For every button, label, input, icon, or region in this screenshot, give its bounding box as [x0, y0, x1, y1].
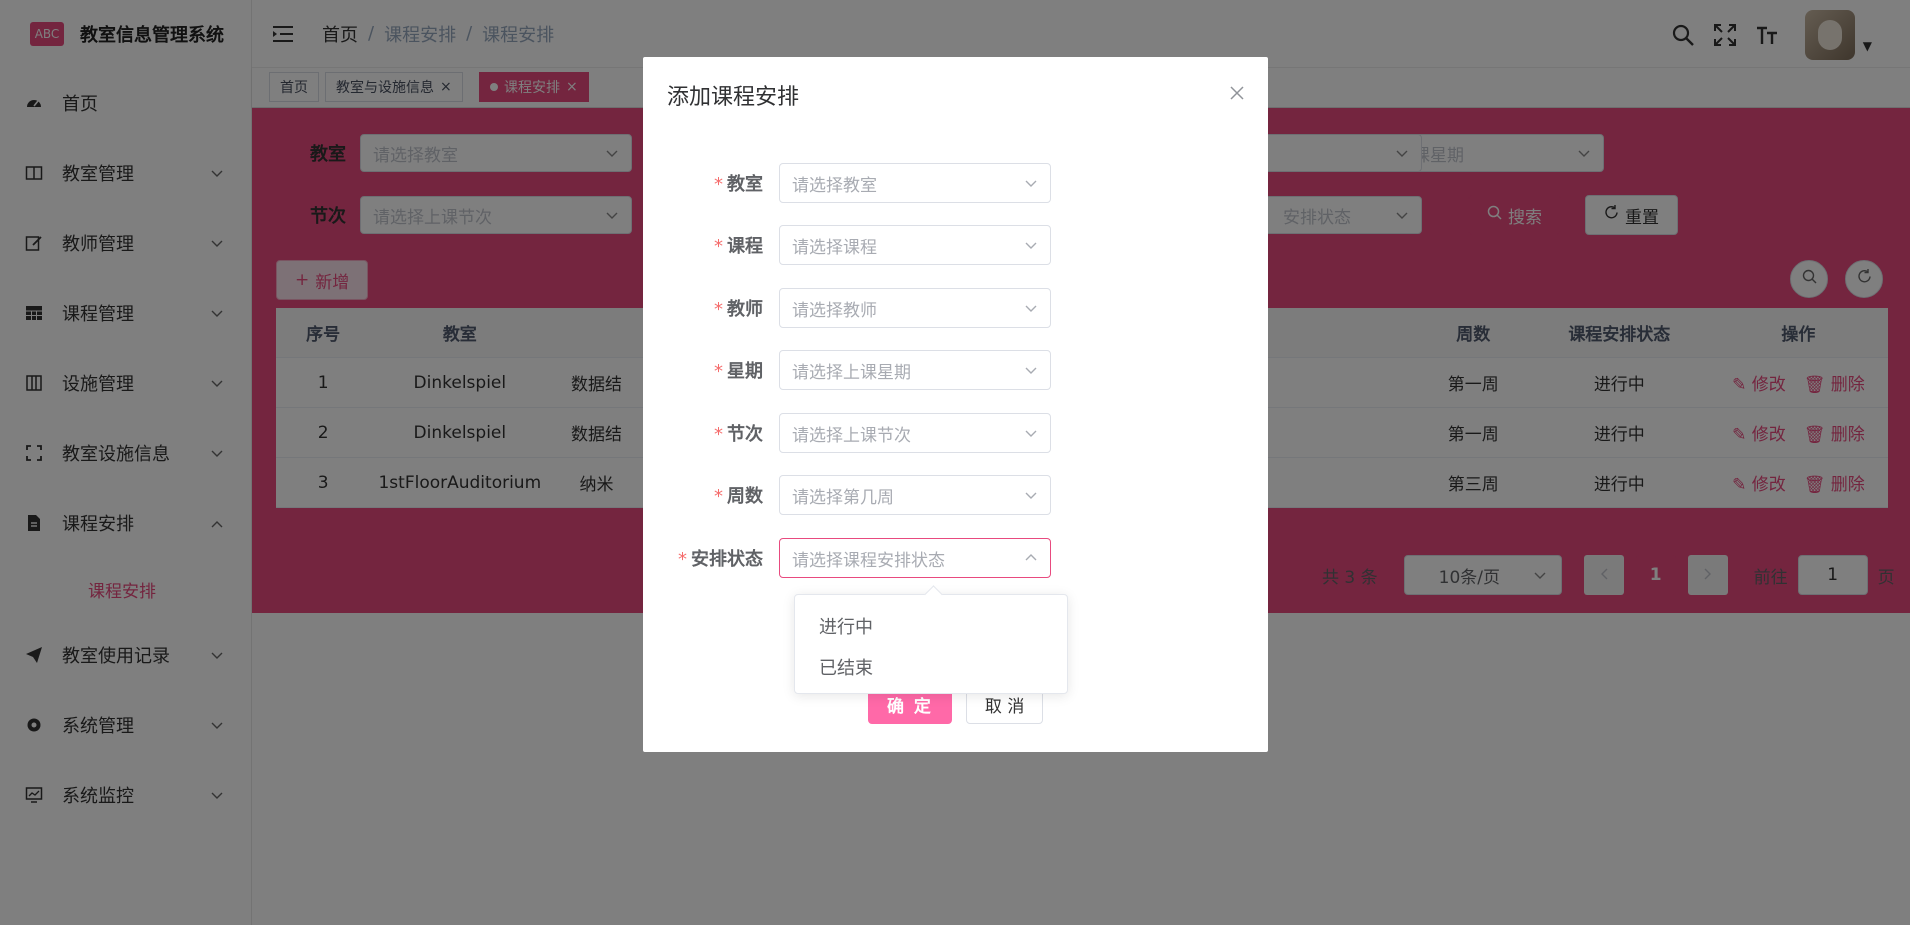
field-course: * 课程 请选择课程: [643, 225, 1051, 265]
field-label-text: 星期: [727, 361, 763, 382]
field-label: * 节次: [643, 420, 779, 446]
required-mark: *: [714, 236, 723, 257]
field-label-text: 教室: [727, 174, 763, 195]
chevron-down-icon: [1024, 237, 1038, 257]
chevron-up-icon: [1024, 550, 1038, 570]
dropdown-option-ongoing[interactable]: 进行中: [795, 605, 1067, 646]
field-label: * 星期: [643, 357, 779, 383]
field-label: * 安排状态: [643, 545, 779, 571]
required-mark: *: [714, 424, 723, 445]
dropdown-option-ended[interactable]: 已结束: [795, 646, 1067, 687]
field-label: * 课程: [643, 232, 779, 258]
field-label: * 周数: [643, 482, 779, 508]
field-label: * 教室: [643, 170, 779, 196]
dialog-title: 添加课程安排: [667, 85, 800, 110]
field-label-text: 安排状态: [691, 549, 763, 570]
select-placeholder: 请选择教室: [792, 175, 877, 196]
field-weekday: * 星期 请选择上课星期: [643, 350, 1051, 390]
chevron-down-icon: [1024, 175, 1038, 195]
status-select[interactable]: 请选择课程安排状态: [779, 538, 1051, 578]
field-label: * 教师: [643, 295, 779, 321]
field-label-text: 教师: [727, 299, 763, 320]
classroom-select[interactable]: 请选择教室: [779, 163, 1051, 203]
status-dropdown: 进行中 已结束: [794, 594, 1068, 694]
select-placeholder: 请选择第几周: [792, 487, 894, 508]
field-label-text: 周数: [727, 486, 763, 507]
required-mark: *: [714, 486, 723, 507]
teacher-select[interactable]: 请选择教师: [779, 288, 1051, 328]
weekday-select[interactable]: 请选择上课星期: [779, 350, 1051, 390]
select-placeholder: 请选择教师: [792, 300, 877, 321]
chevron-down-icon: [1024, 425, 1038, 445]
required-mark: *: [714, 299, 723, 320]
chevron-down-icon: [1024, 487, 1038, 507]
chevron-down-icon: [1024, 300, 1038, 320]
field-label-text: 课程: [727, 236, 763, 257]
required-mark: *: [714, 174, 723, 195]
select-placeholder: 请选择上课星期: [792, 362, 911, 383]
field-status: * 安排状态 请选择课程安排状态: [643, 538, 1051, 578]
period-select[interactable]: 请选择上课节次: [779, 413, 1051, 453]
course-select[interactable]: 请选择课程: [779, 225, 1051, 265]
select-placeholder: 请选择课程安排状态: [792, 550, 945, 571]
chevron-down-icon: [1024, 362, 1038, 382]
field-classroom: * 教室 请选择教室: [643, 163, 1051, 203]
select-placeholder: 请选择上课节次: [792, 425, 911, 446]
required-mark: *: [714, 361, 723, 382]
field-teacher: * 教师 请选择教师: [643, 288, 1051, 328]
close-icon[interactable]: [1230, 85, 1244, 105]
field-period: * 节次 请选择上课节次: [643, 413, 1051, 453]
select-placeholder: 请选择课程: [792, 237, 877, 258]
week-select[interactable]: 请选择第几周: [779, 475, 1051, 515]
field-label-text: 节次: [727, 424, 763, 445]
field-week: * 周数 请选择第几周: [643, 475, 1051, 515]
required-mark: *: [678, 549, 687, 570]
